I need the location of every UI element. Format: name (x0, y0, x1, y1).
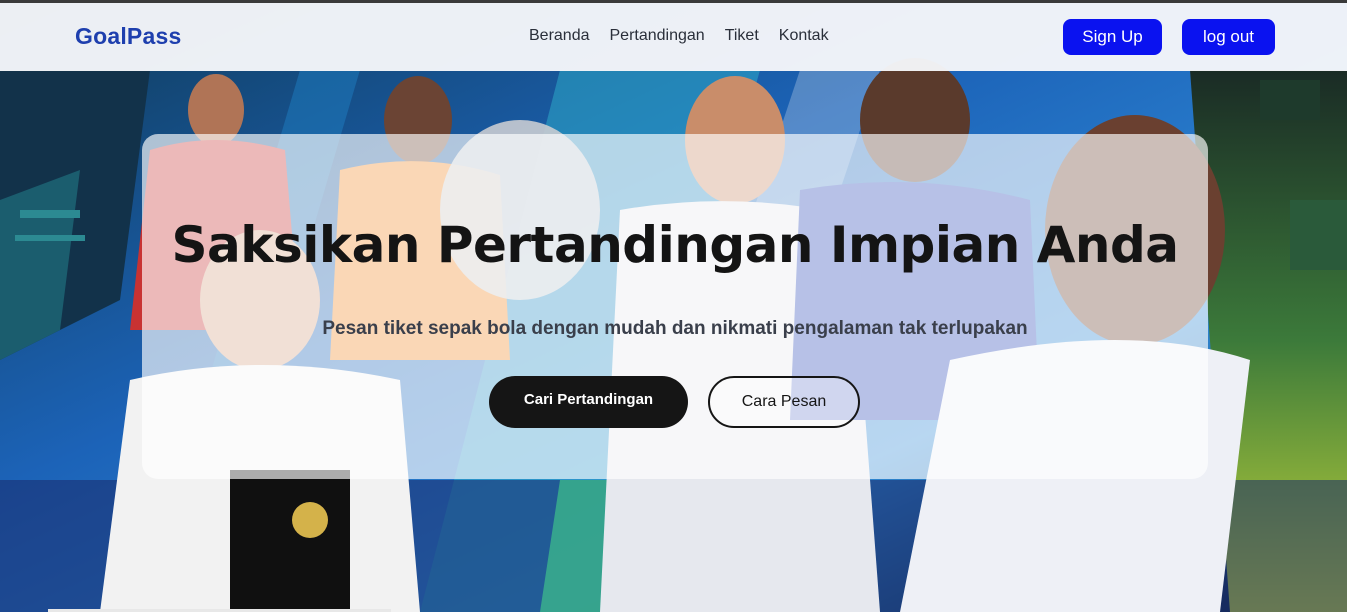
sign-up-button[interactable]: Sign Up (1063, 19, 1162, 55)
hero-title: Saksikan Pertandingan Impian Anda (171, 216, 1179, 274)
find-match-button[interactable]: Cari Pertandingan (489, 376, 688, 428)
nav-link-tiket[interactable]: Tiket (725, 27, 759, 45)
nav-link-beranda[interactable]: Beranda (529, 27, 590, 45)
hero-card: Saksikan Pertandingan Impian Anda Pesan … (142, 134, 1208, 479)
hero-actions: Cari Pertandingan Cara Pesan (142, 376, 1208, 430)
log-out-button[interactable]: log out (1182, 19, 1275, 55)
top-strip (0, 0, 1347, 3)
nav-link-pertandingan[interactable]: Pertandingan (610, 27, 705, 45)
brand-logo[interactable]: GoalPass (75, 23, 181, 50)
page: GoalPass Beranda Pertandingan Tiket Kont… (0, 0, 1347, 612)
how-to-order-button[interactable]: Cara Pesan (708, 376, 860, 428)
nav-links: Beranda Pertandingan Tiket Kontak (529, 27, 849, 45)
nav-link-kontak[interactable]: Kontak (779, 27, 829, 45)
navbar: GoalPass Beranda Pertandingan Tiket Kont… (0, 3, 1347, 71)
hero-subtitle: Pesan tiket sepak bola dengan mudah dan … (322, 318, 1028, 339)
